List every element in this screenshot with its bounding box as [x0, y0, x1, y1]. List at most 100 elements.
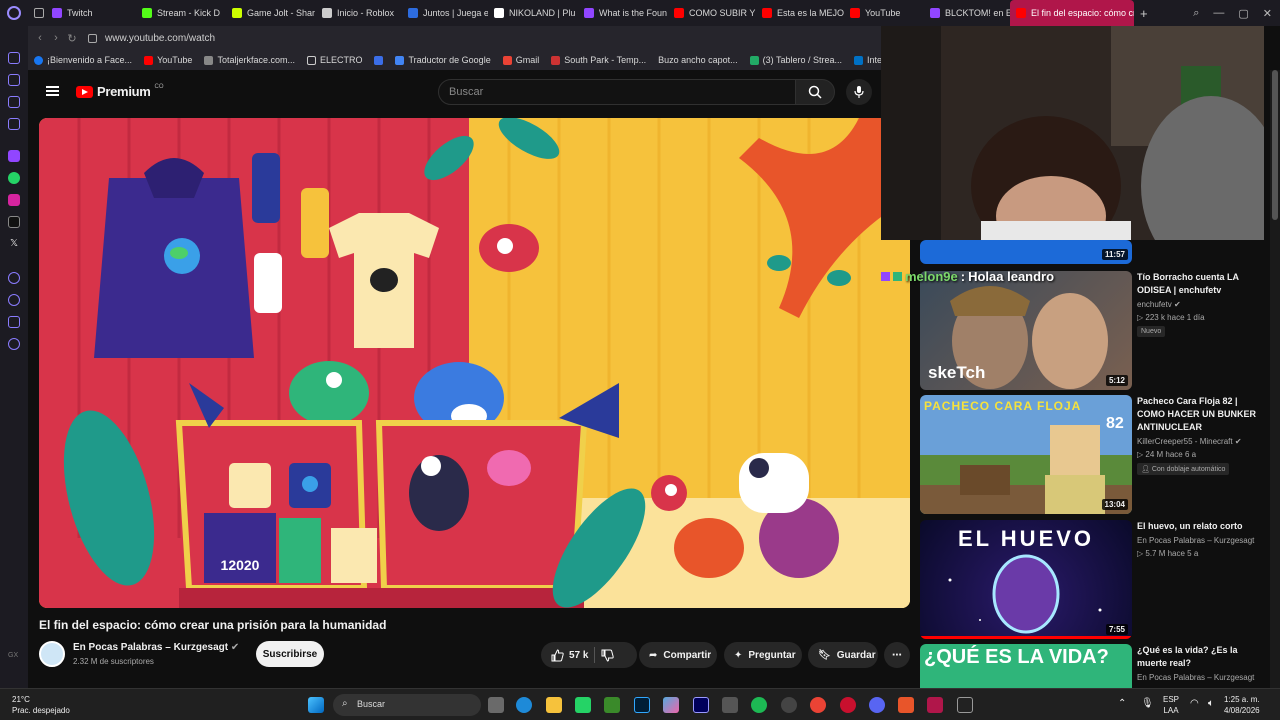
bookmark-electro[interactable]: ELECTRO: [301, 55, 369, 65]
chrome-icon[interactable]: [810, 697, 826, 713]
save-button[interactable]: 🔖︎ Guardar: [808, 642, 878, 668]
search-button[interactable]: [795, 79, 835, 105]
recommendation-title-2[interactable]: Pacheco Cara Floja 82 | COMO HACER UN BU…: [1137, 395, 1267, 434]
bookmark-translate[interactable]: Traductor de Google: [389, 55, 496, 65]
crypto-wallet-icon[interactable]: [8, 96, 20, 108]
tray-chevron-icon[interactable]: ⌃: [1118, 698, 1126, 709]
search-input[interactable]: Buscar: [438, 79, 796, 105]
tab-nikoland[interactable]: NIKOLAND | Plu: [488, 0, 578, 26]
bookmark-unnamed[interactable]: [368, 55, 389, 65]
recommendation-title-1[interactable]: Tío Borracho cuenta LA ODISEA | enchufet…: [1137, 271, 1267, 297]
add-icon[interactable]: [8, 272, 20, 284]
gx-icon[interactable]: GX: [8, 650, 20, 662]
bookmark-buzo[interactable]: Buzo ancho capot...: [652, 55, 744, 65]
recommendation-channel-1[interactable]: enchufetv ✔: [1137, 300, 1181, 309]
instagram-icon[interactable]: [8, 194, 20, 206]
new-tab-button[interactable]: +: [1134, 6, 1154, 21]
file-explorer-icon[interactable]: [546, 697, 562, 713]
premiere-icon[interactable]: [693, 697, 709, 713]
minecraft-icon[interactable]: [604, 697, 620, 713]
recommendation-channel-2[interactable]: KillerCreeper55 - Minecraft ✔: [1137, 437, 1242, 446]
aria-icon[interactable]: [8, 52, 20, 64]
whatsapp-icon[interactable]: [575, 697, 591, 713]
settings-icon[interactable]: [8, 338, 20, 350]
share-button[interactable]: ➦ Compartir: [639, 642, 717, 668]
recommendation-thumb-1[interactable]: skeTch 5:12: [920, 271, 1132, 390]
discord-icon[interactable]: [869, 697, 885, 713]
copilot-icon[interactable]: [663, 697, 679, 713]
tab-kick[interactable]: Stream - Kick D: [136, 0, 226, 26]
back-icon[interactable]: ‹: [32, 32, 48, 44]
ask-button[interactable]: ✦ Preguntar: [724, 642, 802, 668]
tab-twitch[interactable]: Twitch: [46, 0, 136, 26]
url-field[interactable]: www.youtube.com/watch: [105, 33, 215, 44]
task-view-icon[interactable]: [488, 697, 504, 713]
opera-logo-icon[interactable]: [0, 0, 28, 26]
page-scrollbar[interactable]: [1270, 70, 1280, 688]
like-button[interactable]: 57 k: [551, 648, 588, 662]
tiktok-icon[interactable]: [8, 216, 20, 228]
search-tabs-icon[interactable]: ⌕: [1193, 7, 1199, 20]
thumbs-down-icon[interactable]: [601, 649, 615, 662]
spotify-icon[interactable]: [751, 697, 767, 713]
tab-como-subir[interactable]: COMO SUBIR Y: [668, 0, 756, 26]
app-icon[interactable]: [927, 697, 943, 713]
windows-start-icon[interactable]: [308, 697, 324, 713]
tab-youtube[interactable]: YouTube: [844, 0, 924, 26]
weather-widget[interactable]: 21°C Prac. despejado: [12, 694, 70, 716]
menu-icon[interactable]: [46, 86, 59, 96]
clock[interactable]: 1:25 a. m. 4/08/2026: [1224, 694, 1260, 716]
steam-icon[interactable]: [957, 697, 973, 713]
wifi-icon[interactable]: ◠: [1190, 698, 1199, 709]
opera-icon[interactable]: [840, 697, 856, 713]
obs-icon[interactable]: [781, 697, 797, 713]
tab-foundation[interactable]: What is the Foun: [578, 0, 668, 26]
recommendation-thumb-2[interactable]: PACHECO CARA FLOJA 82 13:04: [920, 395, 1132, 514]
more-actions-button[interactable]: ⋯: [884, 642, 910, 668]
extensions-icon[interactable]: [8, 118, 20, 130]
edge-icon[interactable]: [516, 697, 532, 713]
tab-juntos[interactable]: Juntos | Juega e: [402, 0, 488, 26]
reload-icon[interactable]: ↻: [64, 32, 80, 45]
pinboards-icon[interactable]: [8, 316, 20, 328]
firefox-icon[interactable]: [898, 697, 914, 713]
recommendation-title-3[interactable]: El huevo, un relato corto: [1137, 520, 1267, 533]
x-twitter-icon[interactable]: 𝕏: [8, 238, 20, 250]
photoshop-icon[interactable]: [634, 697, 650, 713]
forward-icon[interactable]: ›: [48, 32, 64, 44]
recommendation-thumb-0[interactable]: 11:57: [920, 240, 1132, 264]
close-icon[interactable]: ✕: [1263, 7, 1272, 20]
recommendation-channel-4[interactable]: En Pocas Palabras – Kurzgesagt: [1137, 673, 1254, 682]
recommendation-thumb-4[interactable]: ¿QUÉ ES LA VIDA?: [920, 644, 1132, 688]
bookmark-totaljerkface[interactable]: Totaljerkface.com...: [198, 55, 301, 65]
volume-icon[interactable]: 🔈︎: [1208, 698, 1214, 709]
whatsapp-icon[interactable]: [8, 172, 20, 184]
tab-active-video[interactable]: El fin del espacio: cómo cre: [1010, 0, 1134, 26]
bookmark-southpark[interactable]: South Park - Temp...: [545, 55, 652, 65]
history-icon[interactable]: [8, 294, 20, 306]
subscribe-button[interactable]: Suscribirse: [256, 641, 324, 667]
maximize-icon[interactable]: ▢: [1238, 7, 1248, 20]
bookmark-youtube[interactable]: YouTube: [138, 55, 198, 65]
scrollbar-thumb[interactable]: [1272, 70, 1278, 220]
taskbar-search[interactable]: ⌕ Buscar: [333, 694, 481, 716]
tab-roblox[interactable]: Inicio - Roblox: [316, 0, 402, 26]
twitch-icon[interactable]: [8, 150, 20, 162]
bookmark-tablero[interactable]: (3) Tablero / Strea...: [744, 55, 848, 65]
language-indicator[interactable]: ESP LAA: [1163, 694, 1179, 716]
tab-blcktom[interactable]: BLCKTOM! en E: [924, 0, 1010, 26]
tab-gamejolt[interactable]: Game Jolt - Shar: [226, 0, 316, 26]
channel-name[interactable]: En Pocas Palabras – Kurzgesagt ✔: [73, 642, 239, 653]
minimize-icon[interactable]: —: [1213, 7, 1224, 19]
tab-workspaces-icon[interactable]: [28, 0, 46, 26]
microphone-tray-icon[interactable]: 🎙︎: [1141, 698, 1154, 709]
channel-avatar[interactable]: [39, 641, 65, 667]
bookmark-facebook[interactable]: ¡Bienvenido a Face...: [28, 55, 138, 65]
store-icon[interactable]: [722, 697, 738, 713]
youtube-logo[interactable]: Premium CO: [76, 84, 164, 99]
tab-mejor[interactable]: Esta es la MEJO: [756, 0, 844, 26]
recommendation-channel-3[interactable]: En Pocas Palabras – Kurzgesagt: [1137, 536, 1254, 545]
video-player[interactable]: 12020: [39, 118, 910, 608]
voice-search-button[interactable]: [846, 79, 872, 105]
players-icon[interactable]: [8, 74, 20, 86]
